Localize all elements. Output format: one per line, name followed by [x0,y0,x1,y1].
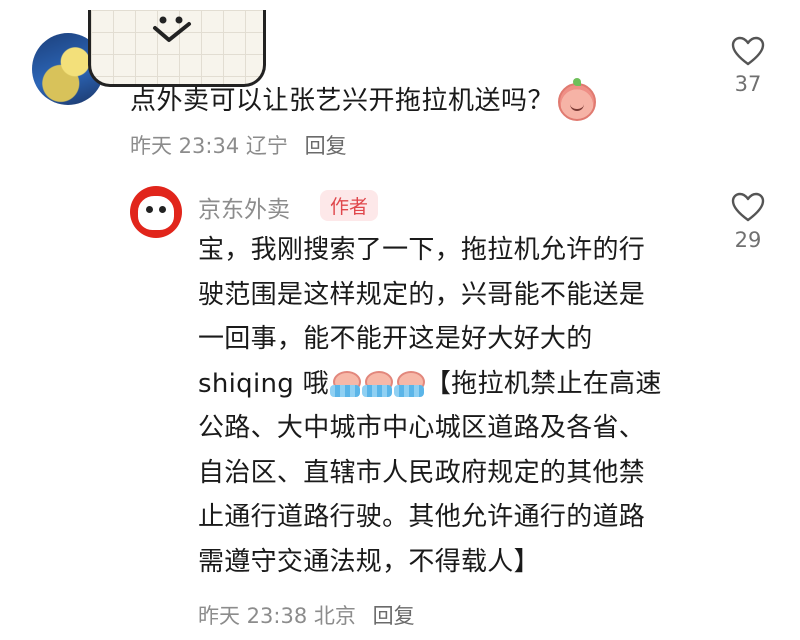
reply-text: 宝，我刚搜索了一下，拖拉机允许的行 驶范围是这样规定的，兴哥能不能送是 一回事，… [198,228,698,584]
reply-line-prefix: shiqing 哦 [198,368,329,399]
comment-time: 昨天 23:34 [130,134,240,158]
reply-line: 驶范围是这样规定的，兴哥能不能送是 [198,279,646,310]
comment-like-count: 37 [734,72,762,96]
peach-face-emoji-icon [558,77,597,121]
heart-icon [731,192,765,222]
reply-line: 需遵守交通法规，不得载人】 [198,546,540,577]
heart-icon [731,36,765,66]
comment-body: 点外卖可以让张艺兴开拖拉机送吗？ [130,86,555,116]
reply-reply-button[interactable]: 回复 [373,604,415,628]
peach-bath-emoji-icon [329,371,361,397]
author-avatar[interactable] [130,186,182,238]
comment-location: 辽宁 [245,134,288,158]
reply-meta: 昨天 23:38 北京 回复 [198,600,415,630]
comment-text: 点外卖可以让张艺兴开拖拉机送吗？ [130,77,597,121]
reply-line: 公路、大中城市中心城区道路及各省、 [198,413,646,443]
smile-face-icon [153,16,191,42]
comment-reply-button[interactable]: 回复 [305,134,347,158]
reply-line-suffix: 【拖拉机禁止在高速 [424,368,662,399]
reply-location: 北京 [313,604,356,628]
reply-author-name[interactable]: 京东外卖 [198,190,290,224]
reply-like-button[interactable]: 29 [718,192,778,252]
author-badge: 作者 [320,190,379,221]
reply-line: 止通行道路行驶。其他允许通行的道路 [198,502,646,532]
peach-bath-emoji-icon [361,371,393,397]
jd-dog-logo-icon [138,196,174,230]
comment-meta: 昨天 23:34 辽宁 回复 [130,130,347,160]
reply-line: 自治区、直辖市人民政府规定的其他禁 [198,457,646,488]
reply-line: 一回事，能不能开这是好大好大的 [198,324,593,354]
comment-like-button[interactable]: 37 [718,36,778,96]
sticker-image [88,10,266,87]
reply-line: shiqing 哦 【拖拉机禁止在高速 [198,362,698,407]
reply-line: 宝，我刚搜索了一下，拖拉机允许的行 [198,235,646,265]
reply-like-count: 29 [734,228,762,252]
peach-bath-emoji-icon [393,371,425,397]
reply-time: 昨天 23:38 [198,604,308,628]
